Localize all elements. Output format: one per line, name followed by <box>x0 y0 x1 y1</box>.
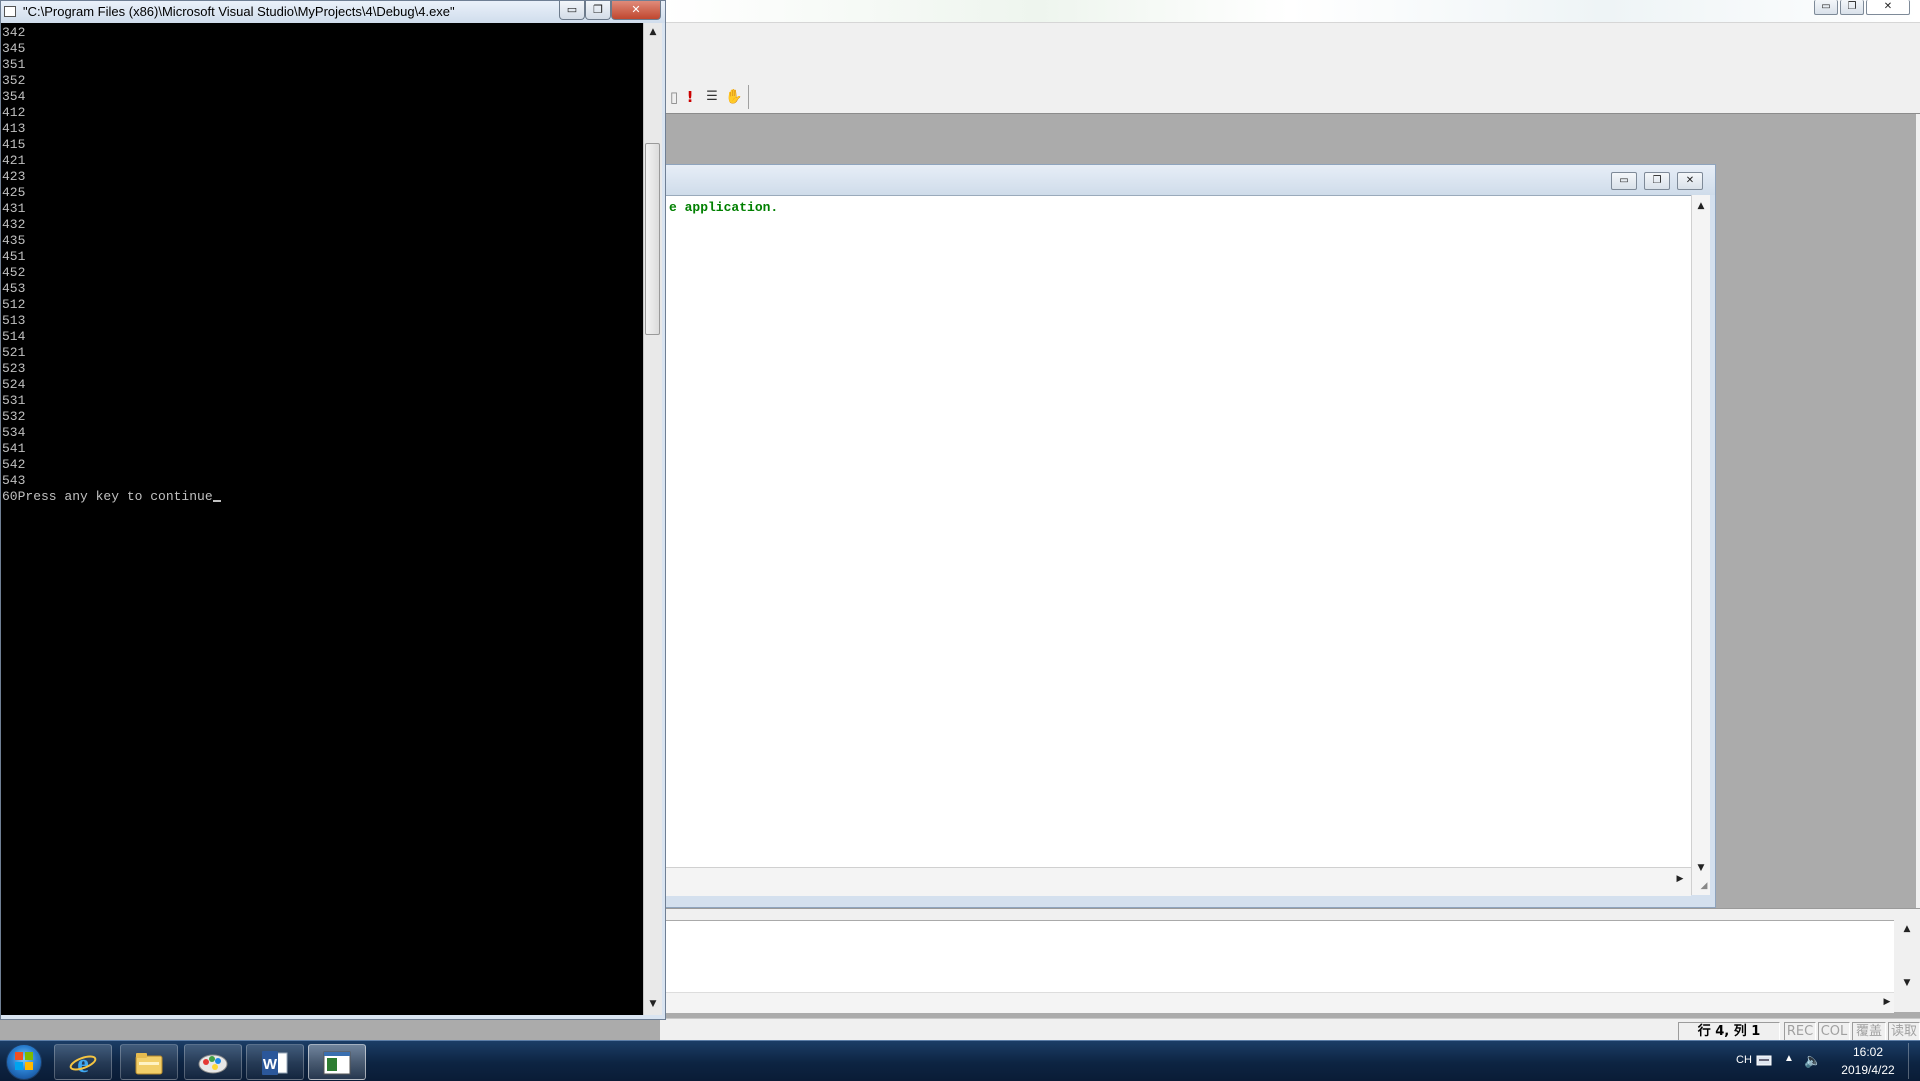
rec-indicator: REC <box>1784 1022 1816 1041</box>
code-editor[interactable]: e application. <box>661 195 1691 868</box>
editor-title-bar[interactable]: ▭ ❐ ✕ <box>661 165 1715 195</box>
clock-time[interactable]: 16:02 <box>1828 1045 1908 1059</box>
console-window[interactable]: "C:\Program Files (x86)\Microsoft Visual… <box>0 0 666 1020</box>
console-vertical-scrollbar[interactable]: ▲ ▼ <box>643 23 662 1015</box>
keyboard-icon[interactable] <box>1756 1053 1772 1067</box>
taskbar: e W CH ▲ 🔈 16:02 2019/4/22 <box>0 1040 1920 1081</box>
output-vertical-scrollbar[interactable]: ▲ ▼ <box>1894 920 1920 1012</box>
read-only-indicator: 读取 <box>1888 1022 1920 1041</box>
editor-close-button[interactable]: ✕ <box>1677 172 1703 190</box>
taskbar-windows-explorer[interactable] <box>120 1044 178 1080</box>
editor-window[interactable]: ▭ ❐ ✕ e application. ▲ ▼ ▶ ◢ <box>660 164 1716 908</box>
ide-window-edge <box>1916 114 1920 910</box>
console-minimize-button[interactable]: ▭ <box>559 1 585 20</box>
console-output-lines: 342 345 351 352 354 412 413 415 421 423 … <box>2 25 26 488</box>
volume-icon[interactable]: 🔈 <box>1804 1052 1821 1069</box>
scroll-down-arrow-icon[interactable]: ▼ <box>1900 978 1914 988</box>
code-comment-line: e application. <box>669 200 779 215</box>
console-restore-button[interactable]: ❐ <box>585 1 611 20</box>
taskbar-internet-explorer[interactable]: e <box>54 1044 112 1080</box>
show-hidden-icons-icon[interactable]: ▲ <box>1784 1053 1794 1064</box>
editor-minimize-button[interactable]: ▭ <box>1611 172 1637 190</box>
editor-vertical-scrollbar[interactable]: ▲ ▼ <box>1691 195 1710 895</box>
text-cursor <box>212 500 221 502</box>
ide-restore-button[interactable]: ❐ <box>1840 0 1864 15</box>
line-column-indicator: 行 4, 列 1 <box>1678 1022 1780 1041</box>
resize-grip-icon[interactable]: ◢ <box>1697 881 1711 891</box>
start-button[interactable] <box>6 1044 42 1080</box>
ide-close-button[interactable]: ✕ <box>1866 0 1910 15</box>
ime-indicator[interactable]: CH <box>1736 1054 1752 1066</box>
taskbar-paint-app[interactable] <box>184 1044 242 1080</box>
console-prompt-line: 60Press any key to continue <box>2 489 213 504</box>
scroll-up-arrow-icon[interactable]: ▲ <box>1694 201 1708 211</box>
scroll-up-arrow-icon[interactable]: ▲ <box>1900 924 1914 934</box>
output-horizontal-scrollbar[interactable]: ▶ <box>660 992 1894 1013</box>
folder-icon <box>135 1053 163 1075</box>
editor-horizontal-scrollbar[interactable]: ▶ <box>661 867 1691 896</box>
scroll-right-arrow-icon[interactable]: ▶ <box>1880 997 1894 1007</box>
go-hand-icon[interactable]: ✋ <box>724 87 744 107</box>
console-window-icon <box>323 1051 351 1075</box>
console-output-text: 342 345 351 352 354 412 413 415 421 423 … <box>2 25 221 505</box>
console-app-icon <box>4 6 16 17</box>
paint-palette-icon <box>198 1054 228 1074</box>
windows-logo-icon <box>15 1052 33 1070</box>
insert-remove-breakpoint-icon[interactable]: ☰ <box>702 87 722 107</box>
word-icon: W <box>262 1051 288 1075</box>
console-output-area[interactable]: 342 345 351 352 354 412 413 415 421 423 … <box>1 23 643 1015</box>
ide-toolbar: ▯ ! ☰ ✋ <box>660 55 1920 114</box>
toolbar-separator <box>748 85 749 109</box>
editor-restore-button[interactable]: ❐ <box>1644 172 1670 190</box>
execute-icon[interactable]: ! <box>680 87 700 107</box>
clock-date[interactable]: 2019/4/22 <box>1828 1063 1908 1077</box>
console-title: "C:\Program Files (x86)\Microsoft Visual… <box>23 4 455 19</box>
taskbar-visual-cpp-console[interactable] <box>308 1044 366 1080</box>
svg-text:e: e <box>77 1050 89 1076</box>
scroll-down-arrow-icon[interactable]: ▼ <box>646 999 660 1009</box>
svg-text:W: W <box>263 1056 278 1073</box>
internet-explorer-icon: e <box>69 1050 97 1076</box>
console-scroll-thumb[interactable] <box>645 143 660 335</box>
ide-minimize-button[interactable]: ▭ <box>1814 0 1838 15</box>
ide-menu-bar <box>660 22 1920 56</box>
ide-title-bar[interactable]: ▭ ❐ ✕ <box>660 0 1920 22</box>
scroll-right-arrow-icon[interactable]: ▶ <box>1673 874 1687 884</box>
console-title-bar[interactable]: "C:\Program Files (x86)\Microsoft Visual… <box>1 1 665 23</box>
scroll-up-arrow-icon[interactable]: ▲ <box>646 27 660 37</box>
col-indicator: COL <box>1818 1022 1850 1041</box>
show-desktop-button[interactable] <box>1908 1043 1919 1079</box>
overwrite-indicator: 覆盖 <box>1852 1022 1886 1041</box>
console-close-button[interactable]: ✕ <box>611 1 661 20</box>
scroll-down-arrow-icon[interactable]: ▼ <box>1694 863 1708 873</box>
taskbar-microsoft-word[interactable]: W <box>246 1044 304 1080</box>
